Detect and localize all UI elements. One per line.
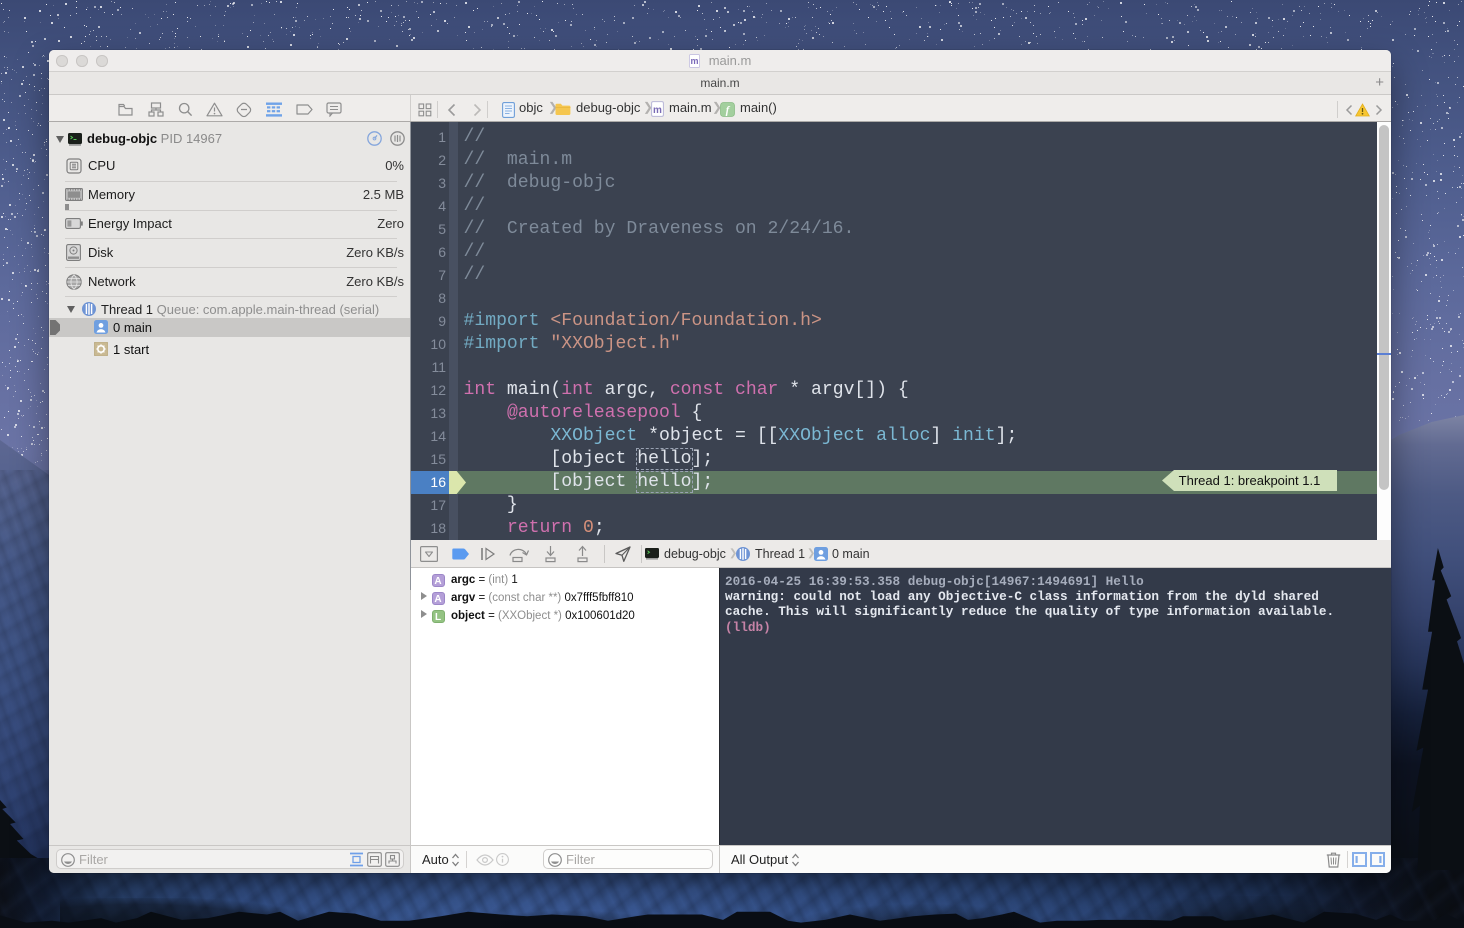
svg-text:m: m [653, 105, 662, 116]
